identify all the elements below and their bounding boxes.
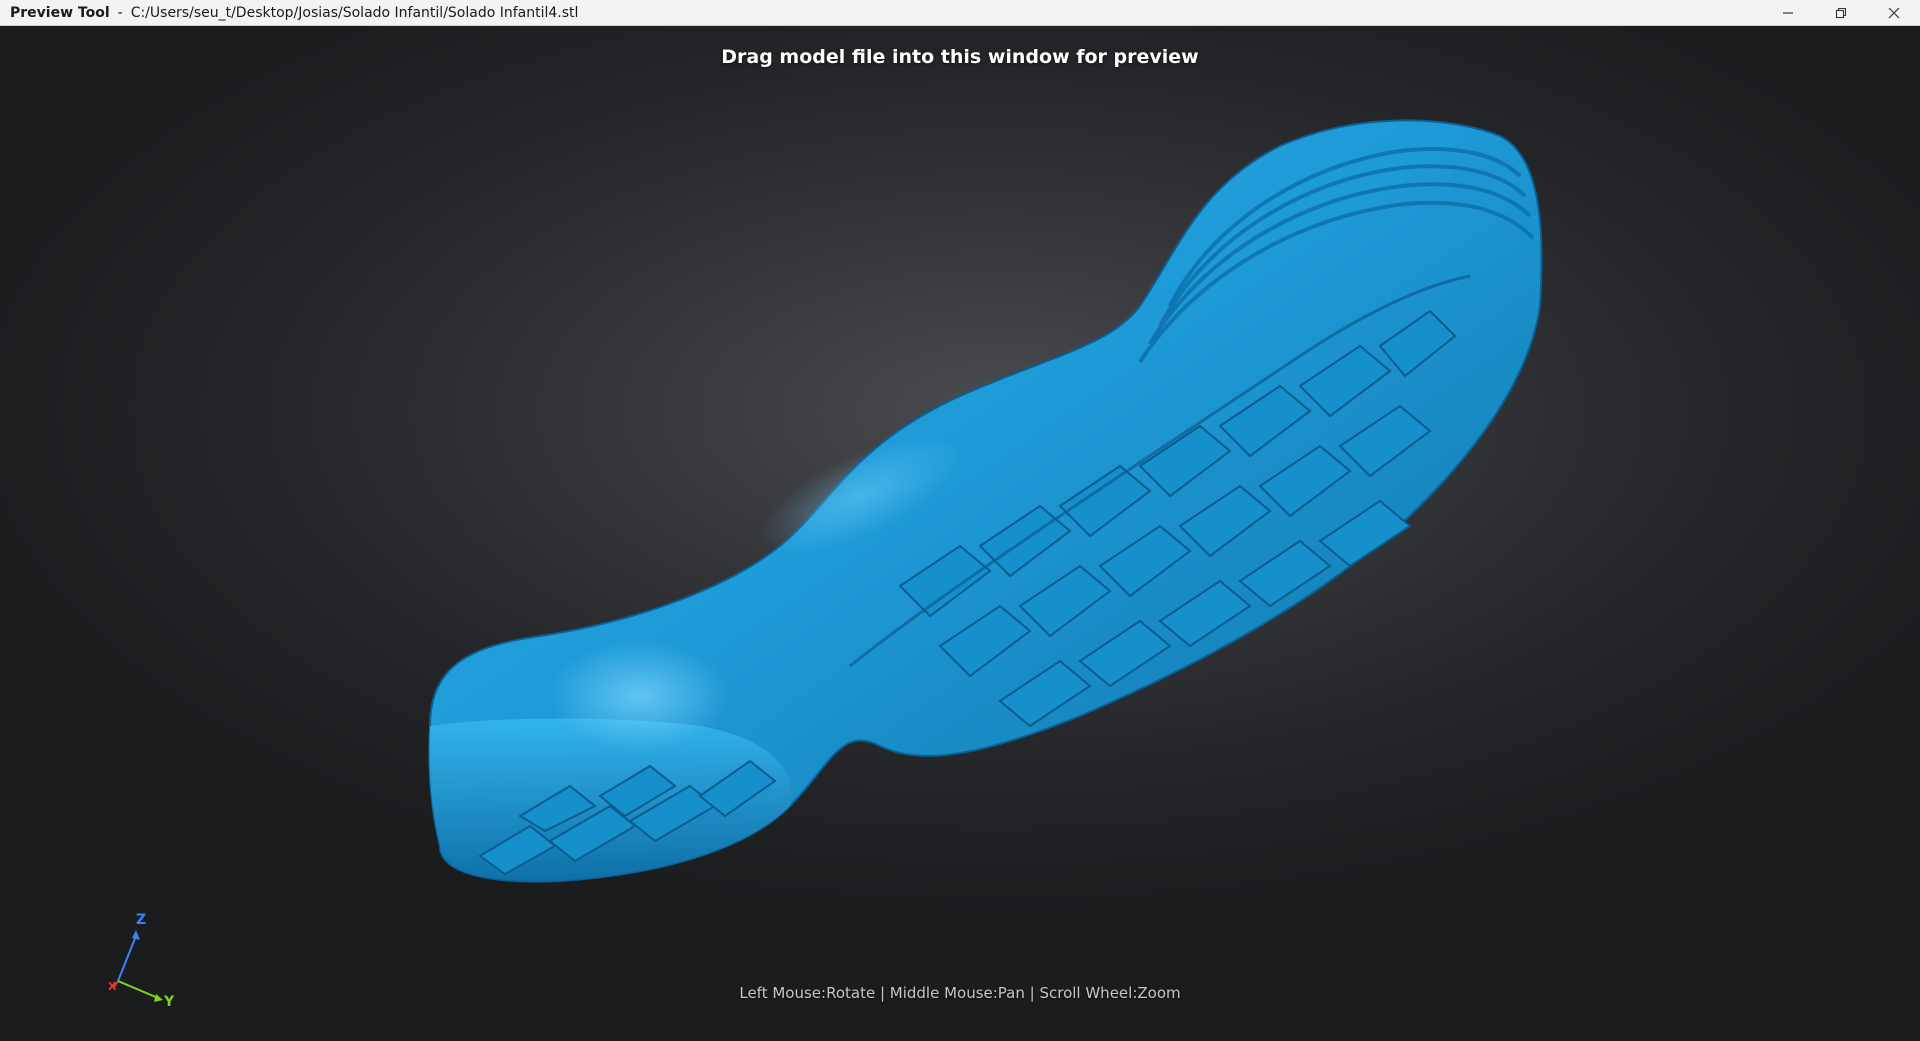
- app-title: Preview Tool: [10, 4, 110, 21]
- 3d-viewport[interactable]: Drag model file into this window for pre…: [0, 26, 1920, 1041]
- restore-icon: [1835, 7, 1846, 19]
- title-separator: -: [117, 4, 123, 21]
- file-path: C:/Users/seu_t/Desktop/Josias/Solado Inf…: [130, 4, 579, 21]
- controls-hint: Left Mouse:Rotate | Middle Mouse:Pan | S…: [739, 984, 1181, 1002]
- z-axis-arrow-icon: [132, 930, 140, 940]
- close-icon: [1888, 7, 1899, 19]
- preview-tool-window: Preview Tool - C:/Users/seu_t/Desktop/Jo…: [0, 0, 1920, 1041]
- close-button[interactable]: [1867, 0, 1920, 26]
- title-bar[interactable]: Preview Tool - C:/Users/seu_t/Desktop/Jo…: [0, 0, 1920, 26]
- shoe-sole-model[interactable]: [0, 26, 1920, 1041]
- window-controls: [1761, 0, 1920, 26]
- minimize-icon: [1782, 12, 1793, 14]
- z-axis-line: [117, 935, 137, 982]
- z-axis-label: Z: [136, 912, 146, 928]
- heel-sheen: [550, 641, 730, 751]
- restore-button[interactable]: [1814, 0, 1867, 26]
- minimize-button[interactable]: [1761, 0, 1814, 26]
